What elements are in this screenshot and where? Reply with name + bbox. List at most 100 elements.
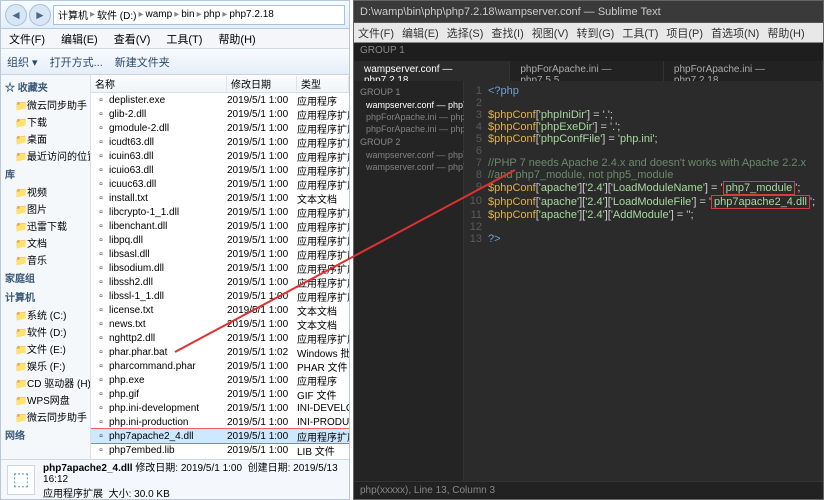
file-row[interactable]: ▫icuin63.dll2019/5/1 1:00应用程序扩展 [91,149,349,163]
code-line[interactable]: 6 [464,145,823,157]
tree-item[interactable]: 📁音乐 [1,251,90,268]
tree-item[interactable]: 📁最近访问的位置 [1,147,90,164]
sidebar-file[interactable]: phpForApache.ini — php7.5.5 [356,111,461,123]
file-row[interactable]: ▫libpq.dll2019/5/1 1:00应用程序扩展 [91,233,349,247]
tree-header[interactable]: ☆ 收藏夹 [1,77,90,96]
file-row[interactable]: ▫libssh2.dll2019/5/1 1:00应用程序扩展 [91,275,349,289]
tree-item[interactable]: 📁文件 (E:) [1,340,90,357]
tree-item[interactable]: 📁迅雷下载 [1,217,90,234]
file-row[interactable]: ▫php.exe2019/5/1 1:00应用程序 [91,373,349,387]
tree-item[interactable]: 📁系统 (C:) [1,306,90,323]
file-row[interactable]: ▫icudt63.dll2019/5/1 1:00应用程序扩展 [91,135,349,149]
menu-item[interactable]: 查找(I) [491,25,523,41]
tree-item[interactable]: 📁视频 [1,183,90,200]
file-row[interactable]: ▫phar.phar.bat2019/5/1 1:02Windows 批处理 [91,345,349,359]
tree-item[interactable]: 📁下载 [1,113,90,130]
menu-item[interactable]: 文件(F) [1,29,53,48]
back-button[interactable]: ◄ [5,4,27,26]
sidebar-file[interactable]: wampserver.conf — php7.0.4 [356,149,461,161]
file-row[interactable]: ▫deplister.exe2019/5/1 1:00应用程序 [91,93,349,107]
col-type[interactable]: 类型 [297,76,349,91]
code-line[interactable]: 12 [464,221,823,233]
tree-item[interactable]: 📁文档 [1,234,90,251]
toolbar-button[interactable]: 新建文件夹 [115,54,170,70]
code-line[interactable]: 1<?php [464,85,823,97]
forward-button[interactable]: ► [29,4,51,26]
editor-tab[interactable]: phpForApache.ini — php7.2.18 [664,61,823,81]
toolbar-button[interactable]: 组织 ▾ [7,54,38,70]
file-row[interactable]: ▫icuuc63.dll2019/5/1 1:00应用程序扩展 [91,177,349,191]
editor-tab[interactable]: phpForApache.ini — php7.5.5 [510,61,664,81]
code-line[interactable]: 3$phpConf['phpIniDir'] = '.'; [464,109,823,121]
file-row[interactable]: ▫libenchant.dll2019/5/1 1:00应用程序扩展 [91,219,349,233]
editor-tab[interactable]: wampserver.conf — php7.2.18 [354,61,510,81]
tree-item[interactable]: 📁WPS网盘 [1,391,90,408]
file-row[interactable]: ▫pharcommand.phar2019/5/1 1:00PHAR 文件 [91,359,349,373]
menu-item[interactable]: 查看(V) [106,29,159,48]
tree-item[interactable]: 📁微云同步助手 [1,96,90,113]
menu-item[interactable]: 视图(V) [532,25,569,41]
menu-item[interactable]: 首选项(N) [711,25,759,41]
code-line[interactable]: 8//and php7_module, not php5_module [464,169,823,181]
col-date[interactable]: 修改日期 [227,76,297,91]
file-row[interactable]: ▫libssl-1_1.dll2019/5/1 1:00应用程序扩展 [91,289,349,303]
file-row[interactable]: ▫php.ini-development2019/5/1 1:00INI-DEV… [91,401,349,415]
code-line[interactable]: 10$phpConf['apache']['2.4']['LoadModuleF… [464,195,823,209]
folder-tree[interactable]: ☆ 收藏夹📁微云同步助手📁下载📁桌面📁最近访问的位置库📁视频📁图片📁迅雷下载📁文… [1,75,91,459]
menu-item[interactable]: 帮助(H) [767,25,804,41]
code-line[interactable]: 2 [464,97,823,109]
tree-item[interactable]: 📁娱乐 (F:) [1,357,90,374]
breadcrumb-part[interactable]: php [204,9,221,20]
file-row[interactable]: ▫libcrypto-1_1.dll2019/5/1 1:00应用程序扩展 [91,205,349,219]
tree-header[interactable]: 计算机 [1,287,90,306]
breadcrumb-part[interactable]: 软件 (D:) [97,7,136,22]
code-line[interactable]: 13?> [464,233,823,245]
file-row[interactable]: ▫php.ini-production2019/5/1 1:00INI-PROD… [91,415,349,429]
menu-item[interactable]: 帮助(H) [210,29,263,48]
tree-item[interactable]: 📁桌面 [1,130,90,147]
menu-item[interactable]: 文件(F) [358,25,394,41]
sidebar-file[interactable]: phpForApache.ini — php7.2.18 [356,123,461,135]
file-row[interactable]: ▫news.txt2019/5/1 1:00文本文档 [91,317,349,331]
sidebar-file[interactable]: wampserver.conf — php7.2.18 [356,161,461,173]
menu-item[interactable]: 选择(S) [447,25,484,41]
breadcrumb-part[interactable]: 计算机 [58,7,88,22]
file-row[interactable]: ▫glib-2.dll2019/5/1 1:00应用程序扩展 [91,107,349,121]
breadcrumb-part[interactable]: php7.2.18 [229,9,274,20]
tree-header[interactable]: 家庭组 [1,268,90,287]
menu-item[interactable]: 项目(P) [666,25,703,41]
code-line[interactable]: 9$phpConf['apache']['2.4']['LoadModuleNa… [464,181,823,195]
code-line[interactable]: 11$phpConf['apache']['2.4']['AddModule']… [464,209,823,221]
breadcrumb-part[interactable]: bin [181,9,194,20]
file-row[interactable]: ▫php7apache2_4.dll2019/5/1 1:00应用程序扩展 [91,429,349,443]
menu-item[interactable]: 编辑(E) [53,29,106,48]
file-row[interactable]: ▫php7embed.lib2019/5/1 1:00LIB 文件 [91,443,349,457]
tree-item[interactable]: 📁微云同步助手 [1,408,90,425]
menu-item[interactable]: 工具(T) [622,25,658,41]
column-headers[interactable]: 名称 修改日期 类型 [91,75,349,93]
code-line[interactable]: 4$phpConf['phpExeDir'] = '.'; [464,121,823,133]
sublime-sidebar[interactable]: GROUP 1wampserver.conf — php7.2.18phpFor… [354,81,464,481]
file-row[interactable]: ▫nghttp2.dll2019/5/1 1:00应用程序扩展 [91,331,349,345]
file-row[interactable]: ▫icuio63.dll2019/5/1 1:00应用程序扩展 [91,163,349,177]
file-row[interactable]: ▫php.gif2019/5/1 1:00GIF 文件 [91,387,349,401]
breadcrumb-part[interactable]: wamp [146,9,173,20]
file-row[interactable]: ▫libsodium.dll2019/5/1 1:00应用程序扩展 [91,261,349,275]
tree-item[interactable]: 📁CD 驱动器 (H) [1,374,90,391]
toolbar-button[interactable]: 打开方式... [50,54,103,70]
menu-item[interactable]: 工具(T) [158,29,210,48]
code-editor[interactable]: 1<?php23$phpConf['phpIniDir'] = '.';4$ph… [464,81,823,481]
code-line[interactable]: 5$phpConf['phpConfFile'] = 'php.ini'; [464,133,823,145]
tree-header[interactable]: 库 [1,164,90,183]
file-row[interactable]: ▫libsasl.dll2019/5/1 1:00应用程序扩展 [91,247,349,261]
file-row[interactable]: ▫license.txt2019/5/1 1:00文本文档 [91,303,349,317]
sidebar-file[interactable]: wampserver.conf — php7.2.18 [356,99,461,111]
breadcrumb[interactable]: 计算机 ▸ 软件 (D:) ▸ wamp ▸ bin ▸ php ▸ php7.… [53,5,345,25]
menu-item[interactable]: 编辑(E) [402,25,439,41]
menu-item[interactable]: 转到(G) [576,25,614,41]
code-line[interactable]: 7//PHP 7 needs Apache 2.4.x and doesn't … [464,157,823,169]
file-row[interactable]: ▫install.txt2019/5/1 1:00文本文档 [91,191,349,205]
tree-header[interactable]: 网络 [1,425,90,444]
col-name[interactable]: 名称 [91,76,227,91]
file-row[interactable]: ▫gmodule-2.dll2019/5/1 1:00应用程序扩展 [91,121,349,135]
